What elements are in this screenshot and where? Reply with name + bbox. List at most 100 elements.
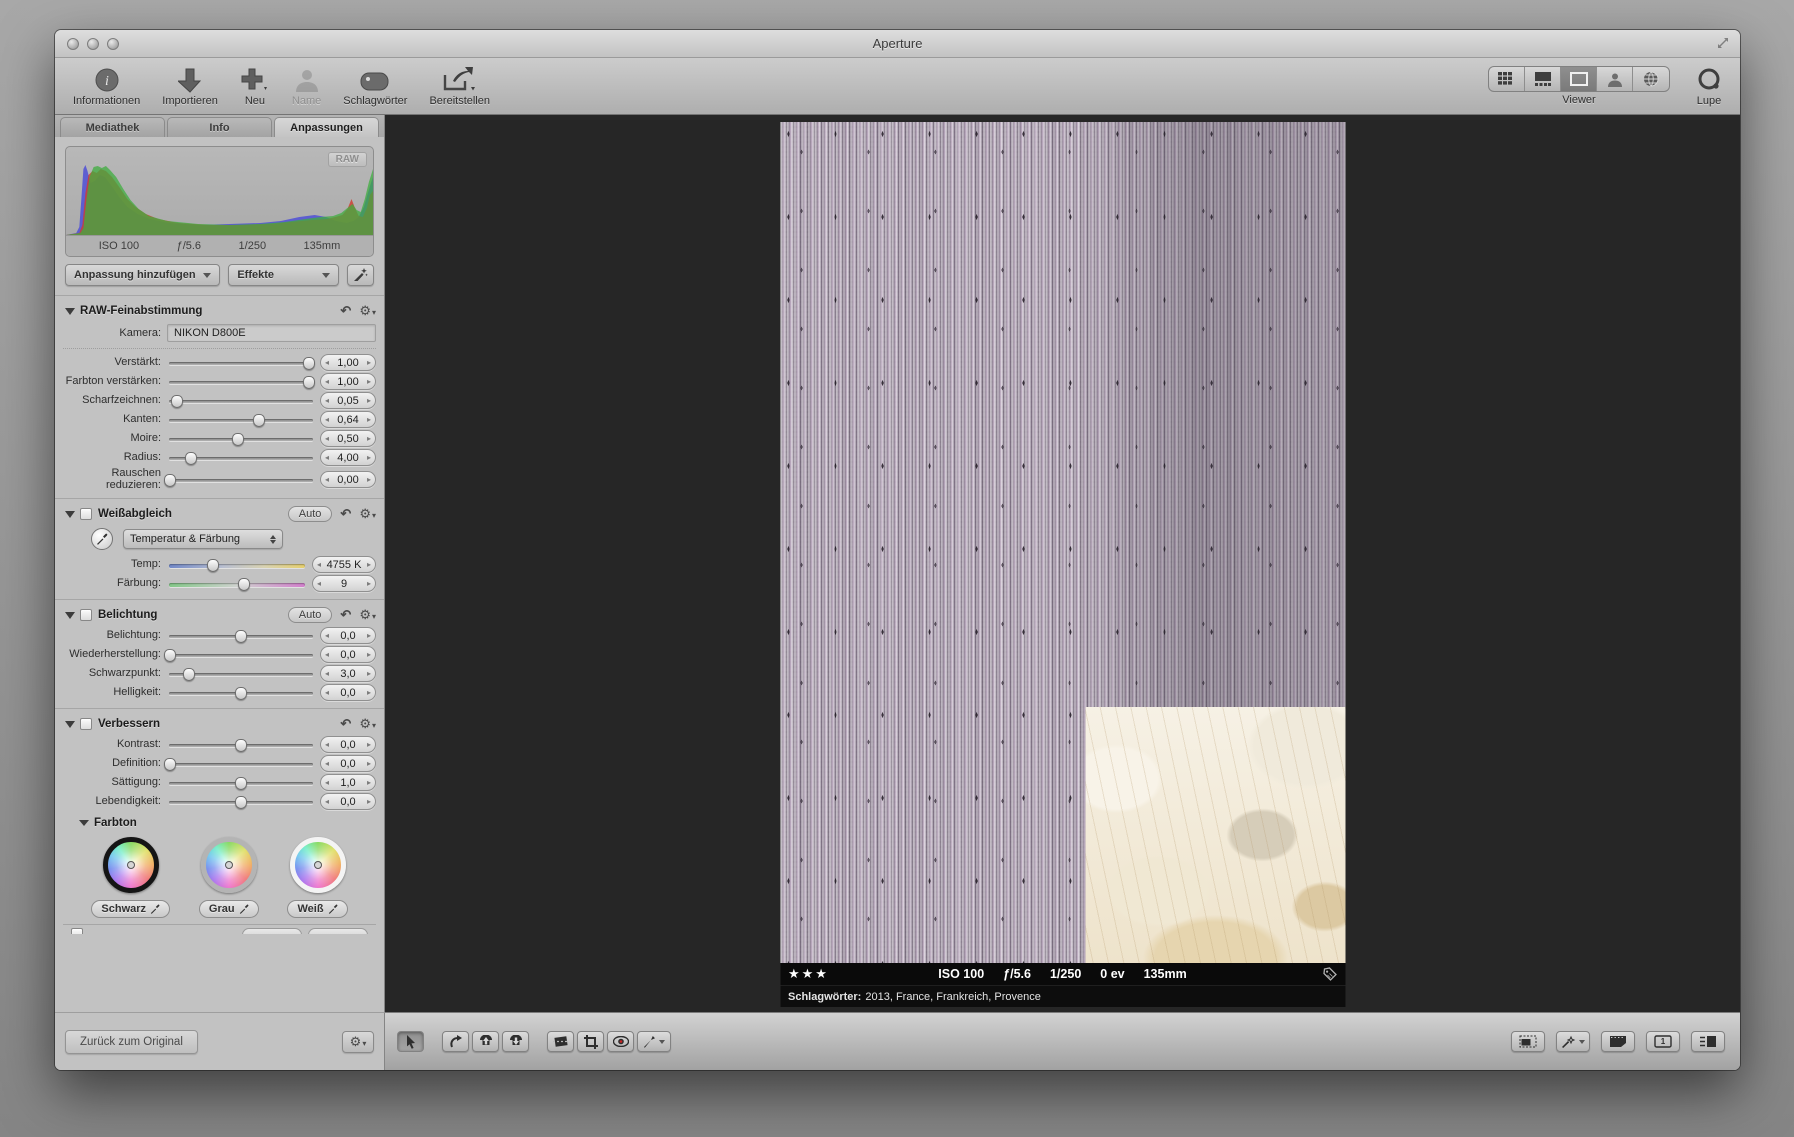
slider-track[interactable]: [167, 412, 315, 428]
enable-checkbox[interactable]: [80, 609, 92, 621]
slider-track[interactable]: [167, 355, 316, 371]
inspector-gear-button[interactable]: ⚙: [342, 1030, 374, 1053]
value-stepper[interactable]: 0,00: [320, 471, 376, 488]
value-stepper[interactable]: 0,0: [320, 646, 376, 663]
slider-track[interactable]: [167, 450, 315, 466]
gear-icon[interactable]: ⚙: [359, 303, 376, 319]
black-eyedropper-button[interactable]: Schwarz: [91, 900, 171, 918]
tab-mediathek[interactable]: Mediathek: [60, 117, 165, 137]
view-split-button[interactable]: [1525, 67, 1561, 91]
view-faces-button[interactable]: [1597, 67, 1633, 91]
value-stepper[interactable]: 0,0: [320, 793, 376, 810]
toolbar-neu[interactable]: Neu: [240, 65, 270, 107]
undo-icon[interactable]: ↶: [340, 716, 351, 732]
toolbar-informationen[interactable]: i Informationen: [73, 65, 140, 107]
slider-thumb[interactable]: [163, 648, 176, 662]
add-adjustment-dropdown[interactable]: Anpassung hinzufügen: [65, 264, 221, 286]
slider-thumb[interactable]: [235, 738, 247, 752]
inspector-toggle-button[interactable]: [1691, 1031, 1725, 1052]
rotate-left-tool-button[interactable]: [442, 1031, 469, 1052]
slider-thumb[interactable]: [183, 667, 196, 681]
enable-checkbox[interactable]: [80, 508, 92, 520]
slider-track[interactable]: [167, 685, 315, 701]
slider-thumb[interactable]: [235, 795, 247, 809]
stamp-tool-button[interactable]: [502, 1031, 529, 1052]
slider-track[interactable]: [167, 628, 315, 644]
selection-overlay-button[interactable]: [1511, 1031, 1545, 1052]
white-balance-mode-select[interactable]: Temperatur & Färbung: [123, 529, 283, 549]
value-stepper[interactable]: 4,00: [320, 449, 376, 466]
enable-checkbox[interactable]: [80, 718, 92, 730]
disclosure-triangle[interactable]: [65, 307, 75, 315]
gear-icon[interactable]: ⚙: [359, 716, 376, 732]
value-stepper[interactable]: 0,0: [320, 684, 376, 701]
disclosure-triangle[interactable]: [79, 820, 89, 826]
gear-icon[interactable]: ⚙: [359, 506, 376, 522]
slider-thumb[interactable]: [235, 686, 247, 700]
revert-to-original-button[interactable]: Zurück zum Original: [65, 1029, 198, 1054]
auto-button[interactable]: Auto: [287, 506, 333, 522]
slider-track[interactable]: [167, 794, 315, 810]
slider-track[interactable]: [167, 666, 315, 682]
undo-icon[interactable]: ↶: [340, 607, 351, 623]
wheel-center-dot[interactable]: [126, 861, 135, 869]
value-stepper[interactable]: 1,0: [320, 774, 376, 791]
toolbar-lupe[interactable]: Lupe: [1696, 65, 1722, 107]
slider-thumb[interactable]: [171, 394, 184, 408]
effects-dropdown[interactable]: Effekte: [228, 264, 339, 286]
white-eyedropper-button[interactable]: Weiß: [287, 900, 348, 918]
slider-thumb[interactable]: [207, 558, 220, 572]
slider-thumb[interactable]: [303, 356, 316, 370]
white-tint-wheel[interactable]: [289, 837, 346, 893]
filmstrip-button[interactable]: [1601, 1031, 1635, 1052]
filter-wand-button[interactable]: [1556, 1031, 1590, 1052]
disclosure-triangle[interactable]: [65, 510, 75, 518]
slider-track[interactable]: [167, 393, 315, 409]
value-stepper[interactable]: 1,00: [320, 354, 376, 371]
slider-track[interactable]: [167, 557, 307, 573]
toolbar-importieren[interactable]: Importieren: [162, 65, 218, 107]
slider-thumb[interactable]: [184, 451, 197, 465]
slider-thumb[interactable]: [235, 776, 247, 790]
slider-track[interactable]: [163, 472, 315, 488]
primary-only-button[interactable]: 1: [1646, 1031, 1680, 1052]
value-stepper[interactable]: 0,50: [320, 430, 376, 447]
value-stepper[interactable]: 0,0: [320, 755, 376, 772]
slider-track[interactable]: [163, 647, 315, 663]
slider-thumb[interactable]: [238, 577, 250, 591]
disclosure-triangle[interactable]: [65, 611, 75, 619]
gear-icon[interactable]: ⚙: [359, 607, 376, 623]
slider-track[interactable]: [167, 737, 315, 753]
title-bar[interactable]: Aperture: [55, 30, 1740, 58]
tab-info[interactable]: Info: [167, 117, 272, 137]
value-stepper[interactable]: 0,05: [320, 392, 376, 409]
toolbar-bereitstellen[interactable]: Bereitstellen: [429, 65, 490, 107]
retouch-brush-tool-button[interactable]: [637, 1031, 671, 1052]
viewer-area[interactable]: ★★★ ISO 100 ƒ/5.6 1/250 0 ev 135mm Schlagwör…: [385, 115, 1740, 1012]
rating-stars[interactable]: ★★★: [788, 966, 829, 982]
slider-track[interactable]: [167, 775, 315, 791]
slider-track[interactable]: [167, 576, 307, 592]
slider-thumb[interactable]: [163, 757, 176, 771]
slider-thumb[interactable]: [232, 432, 245, 446]
slider-thumb[interactable]: [163, 473, 176, 487]
gray-eyedropper-button[interactable]: Grau: [198, 900, 259, 918]
navigator-inset-thumbnail[interactable]: [1085, 707, 1345, 963]
undo-icon[interactable]: ↶: [340, 303, 351, 319]
fullscreen-icon[interactable]: [1716, 36, 1730, 50]
view-grid-button[interactable]: [1489, 67, 1525, 91]
inspector-scroll-area[interactable]: RAW ISO 100 ƒ/5.6 1/250 135mm Anpassung hin…: [55, 137, 384, 1012]
value-stepper[interactable]: 0,64: [320, 411, 376, 428]
slider-track[interactable]: [167, 374, 316, 390]
slider-thumb[interactable]: [303, 375, 316, 389]
toolbar-schlagwoerter[interactable]: Schlagwörter: [343, 65, 407, 107]
value-stepper[interactable]: 0,0: [320, 627, 376, 644]
value-stepper[interactable]: 9: [312, 575, 376, 592]
slider-track[interactable]: [163, 756, 315, 772]
wheel-center-dot[interactable]: [224, 861, 233, 869]
straighten-tool-button[interactable]: [547, 1031, 574, 1052]
undo-icon[interactable]: ↶: [340, 506, 351, 522]
view-places-button[interactable]: [1633, 67, 1669, 91]
select-tool-button[interactable]: [397, 1031, 424, 1052]
slider-thumb[interactable]: [235, 629, 247, 643]
